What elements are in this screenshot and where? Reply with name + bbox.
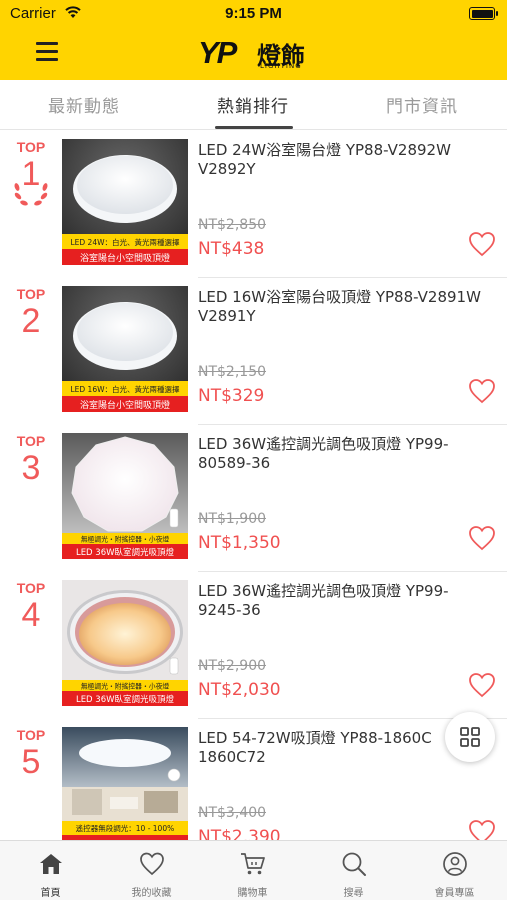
product-title[interactable]: LED 36W遙控調光調色吸頂燈 YP99-80589-36: [198, 435, 488, 473]
banner-top-text: 無極調光・附搖控器・小夜燈: [81, 682, 170, 691]
user-icon: [443, 852, 467, 876]
original-price: NT$2,150: [198, 364, 267, 380]
rank-number: 5: [21, 743, 41, 781]
rank-top-label: TOP: [16, 580, 46, 596]
sale-price: NT$438: [198, 239, 265, 259]
rank-number: 4: [21, 596, 41, 634]
menu-button[interactable]: [36, 42, 58, 61]
banner-bottom-text: LED 36W臥室調光吸頂燈: [76, 547, 175, 558]
segment-tabs: 最新動態 熱銷排行 門市資訊: [0, 80, 507, 130]
clock: 9:15 PM: [225, 5, 282, 22]
tabbar-home[interactable]: 首頁: [0, 841, 101, 900]
tabbar-label: 搜尋: [343, 888, 364, 899]
logo-english: LIGHTING: [260, 62, 302, 70]
cart-icon: [241, 853, 265, 875]
banner-bottom-text: 浴室陽台小空間吸頂燈: [80, 399, 170, 411]
product-item[interactable]: TOP 1 LED 24W：白光、黃光兩種選擇 浴室陽台小空間吸頂燈 LED 2…: [0, 131, 507, 278]
top-bar: Carrier 9:15 PM YP 燈飾 LIGHTING: [0, 0, 507, 80]
logo-mark: YP: [198, 35, 237, 70]
product-item[interactable]: TOP 4 無極調光・附搖控器・小夜燈 LED 36W臥室調光吸頂燈 LED 3…: [0, 572, 507, 719]
home-icon: [40, 854, 62, 874]
product-image[interactable]: LED 16W：白光、黃光兩種選擇 浴室陽台小空間吸頂燈: [62, 286, 188, 412]
favorite-heart-icon[interactable]: [468, 378, 496, 404]
tabbar-cart[interactable]: 購物車: [202, 841, 303, 900]
banner-bottom-text: LED 36W臥室調光吸頂燈: [76, 694, 175, 705]
favorite-heart-icon[interactable]: [468, 525, 496, 551]
rank-top-label: TOP: [16, 139, 46, 155]
favorite-heart-icon[interactable]: [468, 672, 496, 698]
heart-icon: [140, 852, 164, 876]
rank-number: 3: [21, 449, 41, 487]
sale-price: NT$2,030: [198, 680, 281, 700]
product-image[interactable]: 無極調光・附搖控器・小夜燈 LED 36W臥室調光吸頂燈: [62, 433, 188, 559]
tabbar-favorites[interactable]: 我的收藏: [101, 841, 202, 900]
tabbar-search[interactable]: 搜尋: [303, 841, 404, 900]
battery-icon: [469, 7, 498, 20]
product-title[interactable]: LED 24W浴室陽台燈 YP88-V2892W V2892Y: [198, 141, 488, 179]
banner-top-text: 遙控器無段調光：10 - 100%: [76, 823, 174, 833]
banner-top-text: LED 24W：白光、黃光兩種選擇: [70, 237, 180, 247]
tabbar-label: 我的收藏: [131, 888, 172, 899]
grid-view-button[interactable]: [445, 712, 495, 762]
search-icon: [342, 852, 366, 876]
grid-icon: [460, 727, 480, 747]
product-item[interactable]: TOP 2 LED 16W：白光、黃光兩種選擇 浴室陽台小空間吸頂燈 LED 1…: [0, 278, 507, 425]
banner-top-text: 無極調光・附搖控器・小夜燈: [81, 535, 170, 544]
rank-top-label: TOP: [16, 727, 46, 743]
tabbar-label: 首頁: [40, 888, 61, 899]
bottom-tab-bar: 首頁 我的收藏 購物車 搜尋 會員專區: [0, 840, 507, 900]
original-price: NT$3,400: [198, 805, 267, 821]
product-image[interactable]: 無極調光・附搖控器・小夜燈 LED 36W臥室調光吸頂燈: [62, 580, 188, 706]
product-image[interactable]: LED 24W：白光、黃光兩種選擇 浴室陽台小空間吸頂燈: [62, 139, 188, 265]
sale-price: NT$1,350: [198, 533, 281, 553]
favorite-heart-icon[interactable]: [468, 231, 496, 257]
tab-store-info[interactable]: 門市資訊: [386, 92, 458, 117]
original-price: NT$2,850: [198, 217, 267, 233]
banner-top-text: LED 16W：白光、黃光兩種選擇: [70, 384, 180, 394]
rank-top-label: TOP: [16, 286, 46, 302]
tab-latest-news[interactable]: 最新動態: [48, 92, 120, 117]
status-bar: Carrier 9:15 PM: [0, 0, 507, 28]
brand-logo: YP 燈飾 LIGHTING: [198, 35, 310, 73]
rank-number: 2: [21, 302, 41, 340]
rank-top-label: TOP: [16, 433, 46, 449]
rank-number: 1: [21, 155, 41, 193]
app-screen: Carrier 9:15 PM YP 燈飾 LIGHTING 最新動態 熱銷排行…: [0, 0, 507, 900]
sale-price: NT$329: [198, 386, 265, 406]
tabbar-label: 會員專區: [434, 888, 475, 899]
original-price: NT$1,900: [198, 511, 267, 527]
product-title[interactable]: LED 36W遙控調光調色吸頂燈 YP99-9245-36: [198, 582, 488, 620]
tabbar-member[interactable]: 會員專區: [404, 841, 505, 900]
tabbar-label: 購物車: [237, 888, 268, 899]
active-tab-indicator: [215, 126, 293, 129]
product-title[interactable]: LED 16W浴室陽台吸頂燈 YP88-V2891W V2891Y: [198, 288, 488, 326]
original-price: NT$2,900: [198, 658, 267, 674]
tab-best-sellers[interactable]: 熱銷排行: [217, 92, 289, 117]
banner-bottom-text: 浴室陽台小空間吸頂燈: [80, 252, 170, 264]
product-image[interactable]: 遙控器無段調光：10 - 100%: [62, 727, 188, 853]
product-item[interactable]: TOP 3 無極調光・附搖控器・小夜燈 LED 36W臥室調光吸頂燈 LED 3…: [0, 425, 507, 572]
